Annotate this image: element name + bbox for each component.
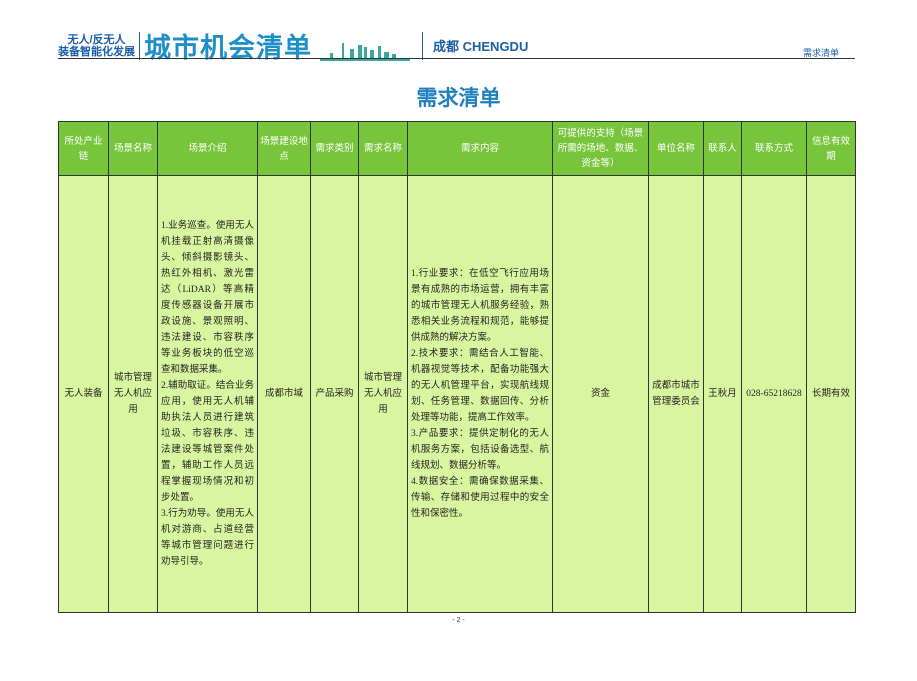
logo-line-2: 装备智能化发展 bbox=[58, 46, 135, 58]
cell-validity: 长期有效 bbox=[807, 176, 856, 613]
intro-item: 2.辅助取证。结合业务应用，使用无人机辅助执法人员进行建筑垃圾、市容秩序、违法建… bbox=[161, 378, 254, 506]
table-row: 无人装备 城市管理无人机应用 1.业务巡查。使用无人机挂载正射高清摄像头、倾斜摄… bbox=[59, 176, 856, 613]
col-unit: 单位名称 bbox=[649, 122, 704, 176]
col-validity: 信息有效期 bbox=[807, 122, 856, 176]
cell-contact: 王秋月 bbox=[704, 176, 742, 613]
cell-demand-name: 城市管理无人机应用 bbox=[359, 176, 408, 613]
logo-line-1: 无人/反无人 bbox=[58, 34, 135, 46]
intro-item: 1.业务巡查。使用无人机挂载正射高清摄像头、倾斜摄影镜头、热红外相机、激光雷达（… bbox=[161, 218, 254, 378]
col-demand-type: 需求类别 bbox=[311, 122, 359, 176]
cell-location: 成都市域 bbox=[258, 176, 311, 613]
col-demand-content: 需求内容 bbox=[408, 122, 553, 176]
divider bbox=[422, 32, 423, 60]
col-scene-intro: 场景介绍 bbox=[158, 122, 258, 176]
col-location: 场景建设地点 bbox=[258, 122, 311, 176]
col-support: 可提供的支持（场景所需的场地、数据、资金等） bbox=[553, 122, 649, 176]
cell-scene-intro: 1.业务巡查。使用无人机挂载正射高清摄像头、倾斜摄影镜头、热红外相机、激光雷达（… bbox=[158, 176, 258, 613]
cell-unit: 成都市城市管理委员会 bbox=[649, 176, 704, 613]
header-logo: 无人/反无人装备智能化发展 城市机会清单 成都 CHENGDU bbox=[58, 26, 528, 65]
col-contact: 联系人 bbox=[704, 122, 742, 176]
cell-demand-content: 1.行业要求：在低空飞行应用场景有成熟的市场运营，拥有丰富的城市管理无人机服务经… bbox=[408, 176, 553, 613]
content-item: 1.行业要求：在低空飞行应用场景有成熟的市场运营，拥有丰富的城市管理无人机服务经… bbox=[411, 266, 549, 346]
col-demand-name: 需求名称 bbox=[359, 122, 408, 176]
table-header: 所处产业链 场景名称 场景介绍 场景建设地点 需求类别 需求名称 需求内容 可提… bbox=[59, 122, 856, 176]
intro-item: 3.行为劝导。使用无人机对游商、占道经营等城市管理问题进行劝导引导。 bbox=[161, 506, 254, 570]
content-item: 3.产品要求：提供定制化的无人机服务方案，包括设备选型、航线规划、数据分析等。 bbox=[411, 426, 549, 474]
col-industry: 所处产业链 bbox=[59, 122, 109, 176]
content-item: 2.技术要求：需结合人工智能、机器视觉等技术，配备功能强大的无人机管理平台，实现… bbox=[411, 346, 549, 426]
cell-support: 资金 bbox=[553, 176, 649, 613]
page-title: 需求清单 bbox=[0, 82, 917, 112]
logo-title: 城市机会清单 bbox=[144, 26, 312, 65]
col-phone: 联系方式 bbox=[742, 122, 807, 176]
header-rule bbox=[58, 58, 855, 59]
divider bbox=[139, 32, 140, 60]
cell-demand-type: 产品采购 bbox=[311, 176, 359, 613]
logo-subtitle: 无人/反无人装备智能化发展 bbox=[58, 34, 135, 58]
cell-phone: 028-65218628 bbox=[742, 176, 807, 613]
demand-table: 所处产业链 场景名称 场景介绍 场景建设地点 需求类别 需求名称 需求内容 可提… bbox=[58, 121, 856, 613]
city-label: 成都 CHENGDU bbox=[433, 36, 528, 55]
cell-scene-name: 城市管理无人机应用 bbox=[109, 176, 158, 613]
col-scene-name: 场景名称 bbox=[109, 122, 158, 176]
cell-industry: 无人装备 bbox=[59, 176, 109, 613]
content-item: 4.数据安全：需确保数据采集、传输、存储和使用过程中的安全性和保密性。 bbox=[411, 474, 549, 522]
page-number: - 2 - bbox=[0, 617, 917, 624]
